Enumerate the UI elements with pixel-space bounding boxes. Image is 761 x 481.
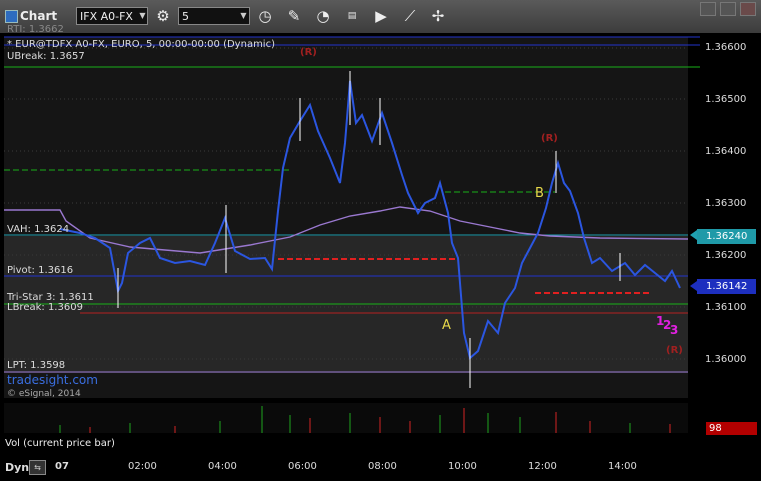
x-tick: 07 — [55, 461, 69, 472]
price-tag-vah: 1.36240 — [697, 229, 756, 244]
x-tick: 02:00 — [128, 461, 157, 472]
dyn-label: Dyn — [5, 461, 30, 474]
y-tick: 1.36300 — [705, 198, 747, 209]
vah-label: VAH: 1.3624 — [7, 224, 70, 235]
y-tick: 1.36400 — [705, 146, 747, 157]
watermark-text: tradesight.com — [7, 373, 98, 387]
ruler-icon[interactable]: ⟋ — [400, 6, 420, 26]
volume-value-tag: 98 — [706, 422, 757, 435]
y-tick: 1.36100 — [705, 302, 747, 313]
gauge-icon[interactable]: ◔ — [313, 6, 333, 26]
copyright-text: © eSignal, 2014 — [7, 389, 81, 399]
symbol-dropdown-icon[interactable]: ▼ — [137, 7, 148, 25]
y-tick: 1.36600 — [705, 42, 747, 53]
window-title: Chart — [20, 9, 58, 23]
x-tick: 04:00 — [208, 461, 237, 472]
y-tick: 1.36000 — [705, 354, 747, 365]
settings-icon[interactable]: ⚙ — [153, 6, 173, 26]
r-marker-bottom: (R) — [666, 345, 683, 356]
interval-dropdown-icon[interactable]: ▼ — [238, 7, 249, 25]
pivot-label: Pivot: 1.3616 — [7, 265, 74, 276]
close-button[interactable] — [740, 2, 756, 16]
title-bar: Chart IFX A0-FX ▼ ⚙ 5 ▼ ◷ ✎ ◔ ▤ ▶ ⟋ ✢ — [0, 0, 761, 34]
pencil-icon[interactable]: ✎ — [284, 6, 304, 26]
chart-header: RTI: 1.3662 — [7, 24, 64, 36]
x-tick: 08:00 — [368, 461, 397, 472]
minimize-button[interactable] — [700, 2, 716, 16]
ubreak-label: UBreak: 1.3657 — [7, 51, 85, 62]
x-tick: 14:00 — [608, 461, 637, 472]
volume-chart-svg — [4, 403, 688, 433]
r-marker-top1: (R) — [300, 47, 317, 58]
scroll-icon[interactable]: ⇆ — [29, 460, 46, 475]
rti-label: RTI: 1.3662 — [7, 24, 64, 35]
annotation-b: B — [535, 186, 544, 201]
annotation-a: A — [442, 318, 451, 333]
x-tick: 10:00 — [448, 461, 477, 472]
lpt-label: LPT: 1.3598 — [7, 360, 66, 371]
crosshair-icon[interactable]: ✢ — [428, 6, 448, 26]
count-marker-3: 3 — [670, 323, 679, 337]
r-marker-top2: (R) — [541, 133, 558, 144]
play-icon[interactable]: ▶ — [371, 6, 391, 26]
volume-title: Vol (current price bar) — [5, 438, 115, 449]
y-tick: 1.36200 — [705, 250, 747, 261]
price-tag-last: 1.36142 — [697, 279, 756, 294]
y-tick: 1.36500 — [705, 94, 747, 105]
maximize-button[interactable] — [720, 2, 736, 16]
x-tick: 12:00 — [528, 461, 557, 472]
x-tick: 06:00 — [288, 461, 317, 472]
app-icon — [5, 10, 18, 23]
lbreak-label: LBreak: 1.3609 — [7, 302, 83, 313]
studies-icon[interactable]: ▤ — [342, 6, 362, 26]
series-label: * EUR@TDFX A0-FX, EURO, 5, 00:00-00:00 (… — [7, 39, 275, 50]
clock-icon[interactable]: ◷ — [255, 6, 275, 26]
chart-window: RTI: 1.3662 * EUR@TDFX A0-FX, EURO, 5, 0… — [0, 24, 761, 481]
